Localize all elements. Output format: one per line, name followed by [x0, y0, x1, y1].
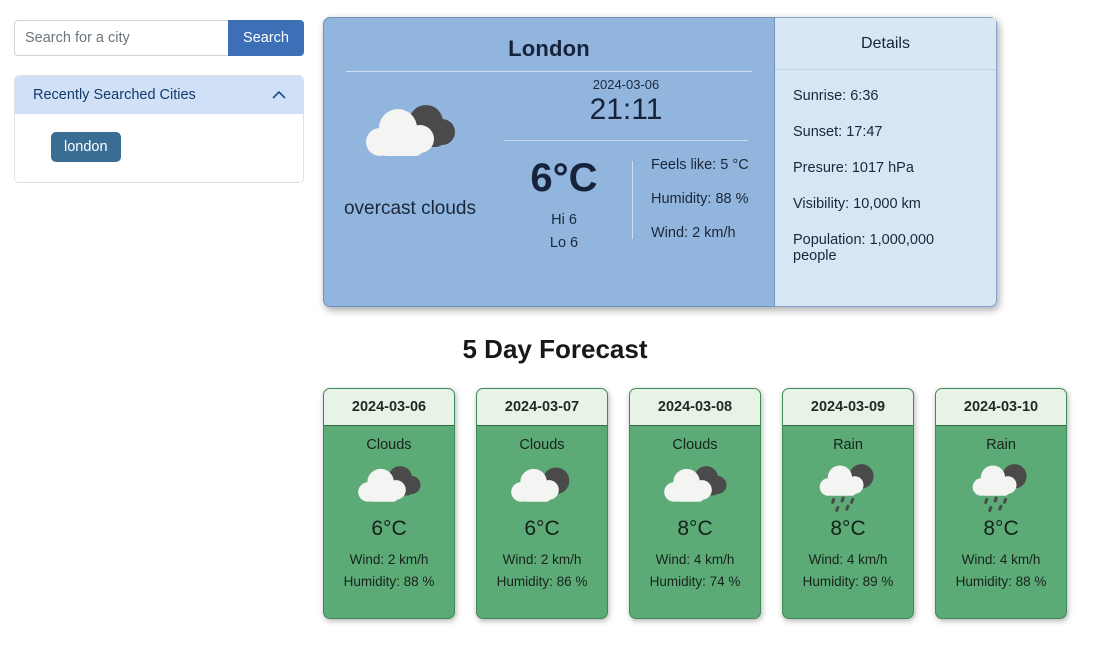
forecast-card-body: Clouds 6°C Wind: 2 km/h Humidity: 88 % — [324, 426, 454, 618]
forecast-card-body: Rain — [936, 426, 1066, 618]
current-lo: Lo 6 — [549, 235, 579, 252]
forecast-list: 2024-03-06 Clouds 6°C Wind: 2 km/h Humid… — [323, 388, 1085, 619]
forecast-date: 2024-03-09 — [783, 389, 913, 426]
detail-population: Population: 1,000,000 people — [793, 232, 935, 264]
forecast-date: 2024-03-10 — [936, 389, 1066, 426]
detail-visibility: Visibility: 10,000 km — [793, 196, 921, 212]
forecast-humidity: Humidity: 74 % — [649, 573, 741, 589]
current-weather-card: London overcast clouds 2024-03-06 21:11 … — [323, 17, 775, 307]
forecast-temperature: 8°C — [830, 517, 866, 540]
forecast-temperature: 8°C — [983, 517, 1019, 540]
forecast-condition: Clouds — [672, 437, 718, 453]
forecast-temperature: 8°C — [677, 517, 713, 540]
current-feels-like: Feels like: 5 °C — [651, 157, 749, 173]
forecast-meta: Wind: 4 km/h Humidity: 88 % — [956, 549, 1047, 592]
current-condition-block: overcast clouds — [324, 72, 496, 297]
current-hi-lo: Hi 6 Lo 6 — [496, 209, 632, 255]
forecast-date: 2024-03-06 — [324, 389, 454, 426]
recent-cities-list: london — [15, 114, 303, 182]
forecast-meta: Wind: 2 km/h Humidity: 88 % — [344, 549, 435, 592]
detail-sunset: Sunset: 17:47 — [793, 124, 883, 140]
current-city-name: London — [508, 36, 590, 61]
forecast-title: 5 Day Forecast — [462, 334, 648, 364]
forecast-wind: Wind: 4 km/h — [961, 552, 1041, 567]
forecast-card: 2024-03-06 Clouds 6°C Wind: 2 km/h Humid… — [323, 388, 455, 619]
forecast-wind: Wind: 4 km/h — [808, 552, 888, 567]
details-title: Details — [775, 18, 996, 70]
forecast-card: 2024-03-07 Clouds 6°C Wind: 2 km/h Humid… — [476, 388, 608, 619]
forecast-humidity: Humidity: 88 % — [343, 573, 435, 589]
recent-city-chip[interactable]: london — [51, 132, 121, 162]
recent-cities-title: Recently Searched Cities — [33, 87, 196, 103]
search-bar: Search — [14, 20, 304, 56]
overcast-clouds-icon — [351, 457, 427, 513]
current-readings: 6°C Hi 6 Lo 6 Feels like: 5 °C Humidity:… — [496, 157, 756, 255]
current-hi: Hi 6 — [551, 212, 577, 228]
current-temperature: 6°C — [530, 156, 598, 200]
overcast-clouds-icon — [358, 92, 462, 177]
recent-cities-panel: Recently Searched Cities london — [14, 75, 304, 183]
current-stats: Feels like: 5 °C Humidity: 88 % Wind: 2 … — [633, 157, 756, 255]
current-humidity: Humidity: 88 % — [651, 191, 749, 207]
forecast-humidity: Humidity: 86 % — [496, 573, 588, 589]
rain-icon — [963, 457, 1039, 513]
forecast-temperature: 6°C — [524, 517, 560, 540]
current-weather-section: London overcast clouds 2024-03-06 21:11 … — [323, 17, 997, 307]
current-weather-body: overcast clouds 2024-03-06 21:11 6°C Hi … — [324, 72, 774, 297]
weather-app-page: Search Recently Searched Cities london L… — [0, 0, 1110, 657]
time-divider — [504, 140, 748, 141]
detail-sunrise: Sunrise: 6:36 — [793, 88, 879, 104]
forecast-wind: Wind: 2 km/h — [349, 552, 429, 567]
forecast-condition: Rain — [833, 437, 863, 453]
forecast-humidity: Humidity: 89 % — [802, 573, 894, 589]
search-input[interactable] — [14, 20, 229, 56]
forecast-card-body: Clouds 6°C Wind: 2 km/h Humidity: 86 % — [477, 426, 607, 618]
forecast-meta: Wind: 4 km/h Humidity: 74 % — [650, 549, 741, 592]
temperature-block: 6°C Hi 6 Lo 6 — [496, 157, 632, 255]
forecast-condition: Clouds — [519, 437, 565, 453]
forecast-humidity: Humidity: 88 % — [955, 573, 1047, 589]
details-card: Details Sunrise: 6:36 Sunset: 17:47 Pres… — [775, 17, 997, 307]
current-time: 21:11 — [589, 93, 663, 126]
chevron-up-icon[interactable] — [271, 87, 287, 103]
details-list: Sunrise: 6:36 Sunset: 17:47 Presure: 101… — [775, 70, 996, 264]
current-wind: Wind: 2 km/h — [651, 225, 736, 241]
forecast-card-body: Clouds 8°C Wind: 4 km/h Humidity: 74 % — [630, 426, 760, 618]
sidebar: Search Recently Searched Cities london — [14, 20, 304, 183]
rain-icon — [810, 457, 886, 513]
search-button[interactable]: Search — [228, 20, 304, 56]
forecast-condition: Rain — [986, 437, 1016, 453]
forecast-meta: Wind: 2 km/h Humidity: 86 % — [497, 549, 588, 592]
recent-cities-header[interactable]: Recently Searched Cities — [15, 76, 303, 114]
forecast-temperature: 6°C — [371, 517, 407, 540]
forecast-wind: Wind: 4 km/h — [655, 552, 735, 567]
current-condition-text: overcast clouds — [343, 198, 476, 219]
forecast-card: 2024-03-10 Rain 8°C Wind: 4 km/h Humidit… — [935, 388, 1067, 619]
current-date: 2024-03-06 — [592, 77, 660, 92]
current-readings-block: 2024-03-06 21:11 6°C Hi 6 Lo 6 Feels lik… — [496, 72, 774, 297]
forecast-date: 2024-03-08 — [630, 389, 760, 426]
forecast-date: 2024-03-07 — [477, 389, 607, 426]
forecast-wind: Wind: 2 km/h — [502, 552, 582, 567]
broken-clouds-icon — [504, 457, 580, 513]
forecast-card: 2024-03-08 Clouds 8°C Wind: 4 km/h Humid… — [629, 388, 761, 619]
forecast-condition: Clouds — [366, 437, 412, 453]
forecast-card-body: Rain — [783, 426, 913, 618]
forecast-card: 2024-03-09 Rain 8°C Wind: 4 km/h Humidit… — [782, 388, 914, 619]
overcast-clouds-icon — [657, 457, 733, 513]
forecast-meta: Wind: 4 km/h Humidity: 89 % — [803, 549, 894, 592]
detail-pressure: Presure: 1017 hPa — [793, 160, 914, 176]
